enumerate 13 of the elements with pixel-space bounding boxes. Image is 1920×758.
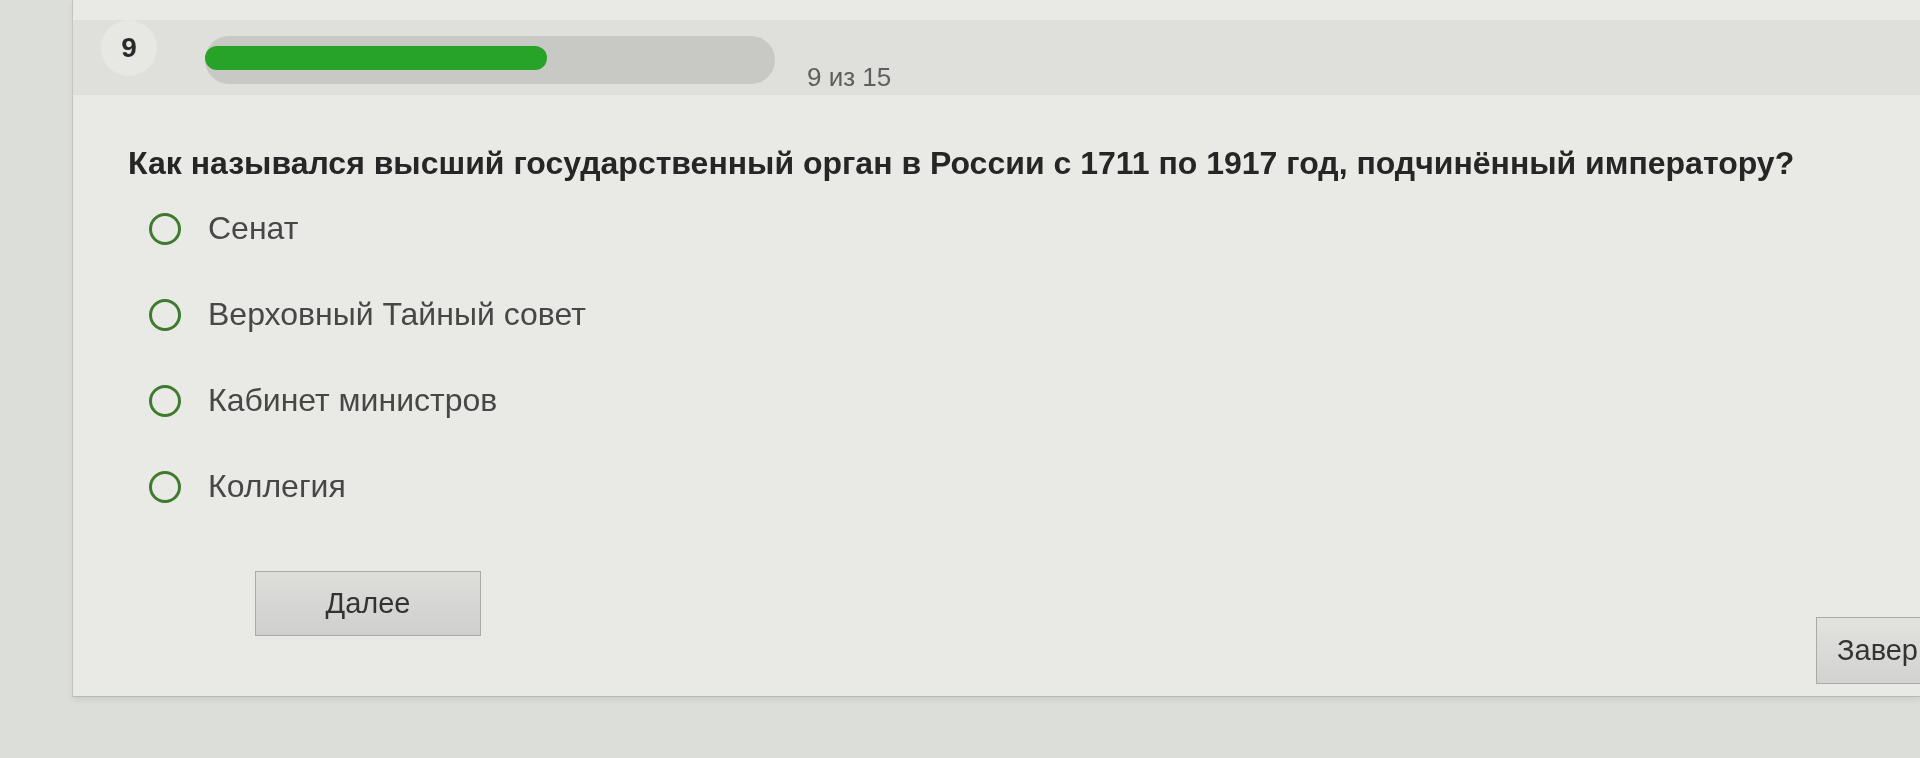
next-button[interactable]: Далее [255, 571, 481, 636]
question-text: Как назывался высший государственный орган в России с 1711 по 1917 год, подчинённый императору? [128, 145, 1796, 182]
radio-button[interactable] [149, 384, 181, 417]
option-label[interactable]: Коллегия [208, 468, 346, 505]
option-label[interactable]: Верховный Тайный совет [208, 296, 586, 333]
radio-button[interactable] [149, 212, 181, 245]
progress-counter: 9 из 15 [807, 62, 892, 93]
radio-button[interactable] [149, 298, 181, 331]
radio-button[interactable] [149, 470, 181, 503]
question-number: 9 [101, 20, 157, 76]
option-label[interactable]: Сенат [208, 210, 299, 247]
option-label[interactable]: Кабинет министров [208, 382, 498, 419]
finish-button[interactable]: Завер [1816, 617, 1920, 684]
